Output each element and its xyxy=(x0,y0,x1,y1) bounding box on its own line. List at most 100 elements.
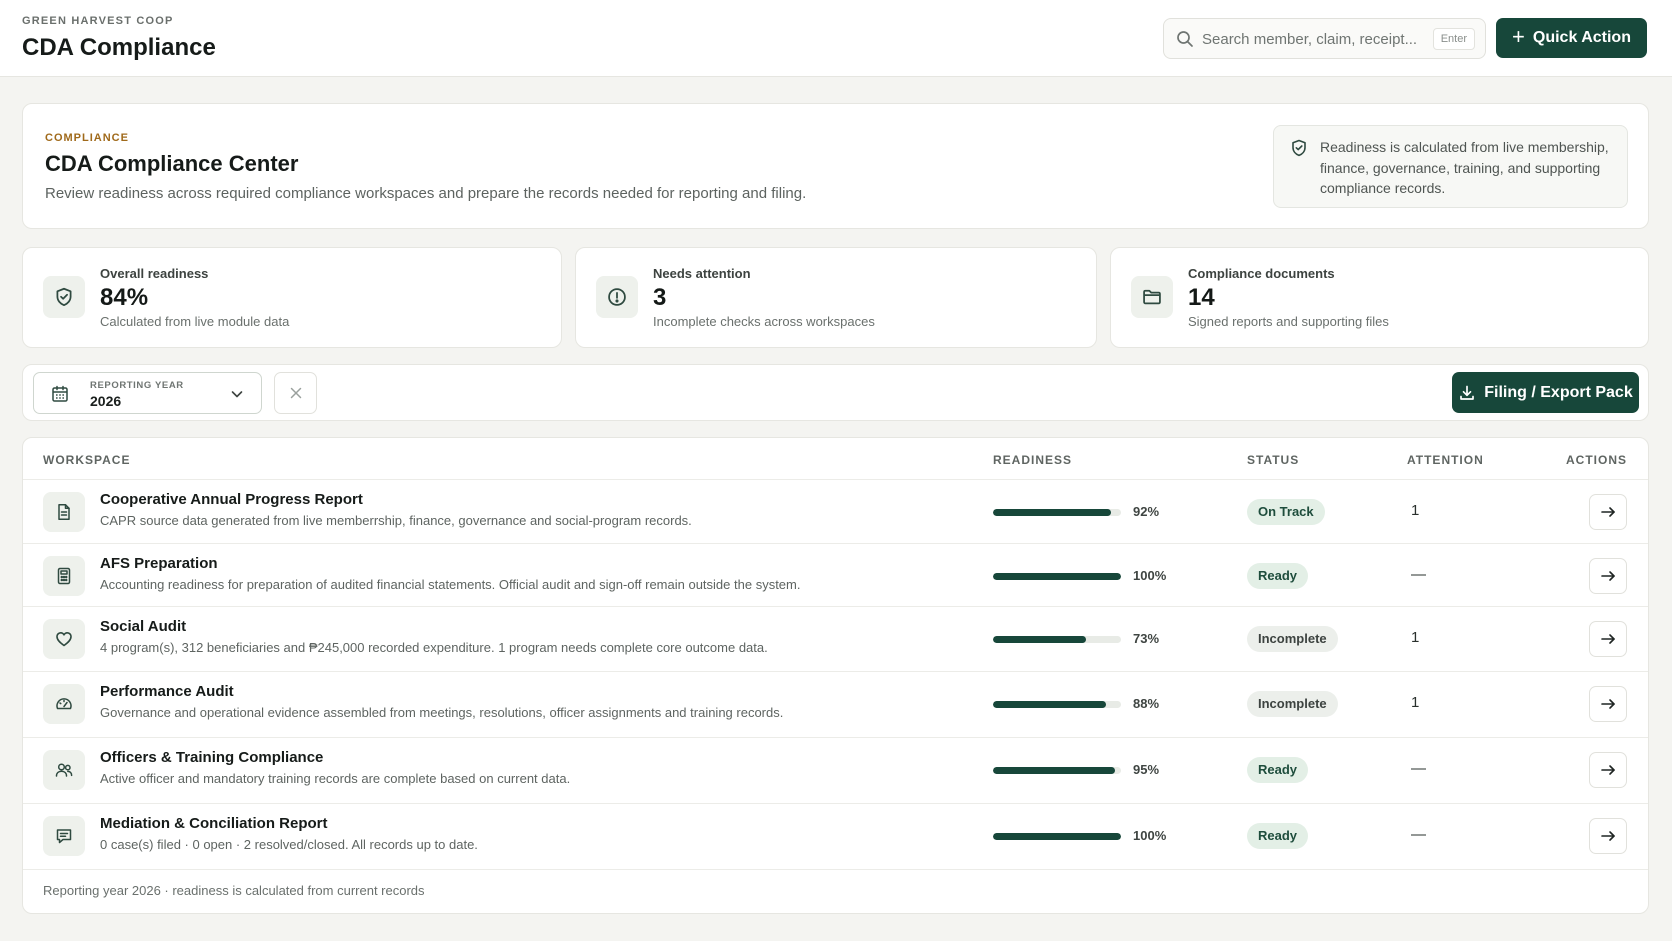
calendar-icon xyxy=(50,384,70,404)
table-row[interactable]: Mediation & Conciliation Report 0 case(s… xyxy=(23,804,1648,870)
stat-card-compliance-documents: Compliance documents 14 Signed reports a… xyxy=(1110,247,1649,348)
open-workspace-button[interactable] xyxy=(1589,621,1627,657)
filing-export-pack-button[interactable]: Filing / Export Pack xyxy=(1452,372,1639,413)
table-row[interactable]: Cooperative Annual Progress Report CAPR … xyxy=(23,480,1648,544)
readiness-percent: 92% xyxy=(1133,504,1160,519)
stat-value: 3 xyxy=(653,284,667,311)
readiness-bar-fill xyxy=(993,701,1106,708)
column-header-workspace: WORKSPACE xyxy=(43,453,131,467)
readiness-info-text: Readiness is calculated from live member… xyxy=(1320,139,1609,196)
workspace-title[interactable]: Social Audit xyxy=(100,618,186,635)
reporting-year-select[interactable]: REPORTING YEAR 2026 xyxy=(33,372,262,414)
hero-kicker: COMPLIANCE xyxy=(45,132,129,144)
reporting-year-value: 2026 xyxy=(90,393,122,409)
attention-count: — xyxy=(1411,566,1426,583)
readiness-bar xyxy=(993,767,1121,774)
readiness-bar-fill xyxy=(993,636,1087,643)
status-badge: Ready xyxy=(1247,563,1309,589)
table-row[interactable]: AFS Preparation Accounting readiness for… xyxy=(23,544,1648,607)
table-row[interactable]: Performance Audit Governance and operati… xyxy=(23,672,1648,738)
hero-description: Review readiness across required complia… xyxy=(45,185,807,202)
status-badge: Incomplete xyxy=(1247,626,1338,652)
close-icon xyxy=(288,385,304,401)
attention-count: — xyxy=(1411,826,1426,843)
readiness-percent: 100% xyxy=(1133,828,1167,843)
search-input[interactable]: Search member, claim, receipt... Enter xyxy=(1163,18,1486,59)
table-header: WORKSPACE READINESS STATUS ATTENTION ACT… xyxy=(23,438,1648,480)
users-icon xyxy=(43,750,85,790)
column-header-status: STATUS xyxy=(1247,453,1300,467)
attention-count: 1 xyxy=(1411,502,1420,519)
arrow-right-icon xyxy=(1599,630,1617,648)
stat-subtext: Calculated from live module data xyxy=(100,314,290,329)
workspace-title[interactable]: AFS Preparation xyxy=(100,555,218,572)
workspace-table: WORKSPACE READINESS STATUS ATTENTION ACT… xyxy=(22,437,1649,914)
stat-card-overall-readiness: Overall readiness 84% Calculated from li… xyxy=(22,247,562,348)
download-icon xyxy=(1458,384,1476,402)
readiness-bar-fill xyxy=(993,509,1111,516)
open-workspace-button[interactable] xyxy=(1589,818,1627,854)
search-shortcut-hint: Enter xyxy=(1432,28,1475,50)
readiness-percent: 100% xyxy=(1133,568,1167,583)
reporting-year-label: REPORTING YEAR xyxy=(90,380,184,391)
workspace-title[interactable]: Cooperative Annual Progress Report xyxy=(100,491,363,508)
shield-check-icon xyxy=(1289,138,1309,158)
attention-count: 1 xyxy=(1411,694,1420,711)
quick-action-button[interactable]: + Quick Action xyxy=(1496,18,1647,58)
status-badge: Incomplete xyxy=(1247,691,1338,717)
clear-filter-button[interactable] xyxy=(274,372,317,414)
stat-subtext: Signed reports and supporting files xyxy=(1188,314,1389,329)
readiness-bar xyxy=(993,701,1121,708)
folder-icon xyxy=(1131,276,1173,318)
readiness-bar-fill xyxy=(993,767,1115,774)
shield-check-icon xyxy=(43,276,85,318)
open-workspace-button[interactable] xyxy=(1589,686,1627,722)
status-badge: Ready xyxy=(1247,823,1309,849)
readiness-bar xyxy=(993,636,1121,643)
attention-count: 1 xyxy=(1411,629,1420,646)
workspace-title[interactable]: Officers & Training Compliance xyxy=(100,749,323,766)
stat-value: 14 xyxy=(1188,284,1215,311)
open-workspace-button[interactable] xyxy=(1589,558,1627,594)
document-icon xyxy=(43,492,85,532)
readiness-bar-fill xyxy=(993,573,1121,580)
workspace-title[interactable]: Mediation & Conciliation Report xyxy=(100,815,328,832)
column-header-attention: ATTENTION xyxy=(1407,453,1484,467)
status-badge: Ready xyxy=(1247,757,1309,783)
open-workspace-button[interactable] xyxy=(1589,752,1627,788)
workspace-description: Governance and operational evidence asse… xyxy=(100,705,784,720)
search-icon xyxy=(1175,29,1195,49)
page-title: CDA Compliance xyxy=(22,34,216,61)
message-icon xyxy=(43,816,85,856)
alert-circle-icon xyxy=(596,276,638,318)
readiness-percent: 88% xyxy=(1133,696,1160,711)
stat-label: Compliance documents xyxy=(1188,266,1335,281)
column-header-actions: ACTIONS xyxy=(1566,453,1627,467)
quick-action-label: Quick Action xyxy=(1532,29,1631,46)
compliance-hero-card: COMPLIANCE CDA Compliance Center Review … xyxy=(22,103,1649,229)
heart-icon xyxy=(43,619,85,659)
stat-value: 84% xyxy=(100,284,149,311)
stat-label: Overall readiness xyxy=(100,266,209,281)
table-row[interactable]: Social Audit 4 program(s), 312 beneficia… xyxy=(23,607,1648,672)
arrow-right-icon xyxy=(1599,761,1617,779)
open-workspace-button[interactable] xyxy=(1589,494,1627,530)
readiness-percent: 73% xyxy=(1133,631,1160,646)
workspace-description: Active officer and mandatory training re… xyxy=(100,771,571,786)
stat-card-needs-attention: Needs attention 3 Incomplete checks acro… xyxy=(575,247,1097,348)
table-row[interactable]: Officers & Training Compliance Active of… xyxy=(23,738,1648,804)
workspace-title[interactable]: Performance Audit xyxy=(100,683,234,700)
calculator-icon xyxy=(43,556,85,596)
arrow-right-icon xyxy=(1599,567,1617,585)
attention-count: — xyxy=(1411,760,1426,777)
plus-icon: + xyxy=(1512,24,1525,49)
stat-subtext: Incomplete checks across workspaces xyxy=(653,314,875,329)
arrow-right-icon xyxy=(1599,827,1617,845)
gauge-icon xyxy=(43,684,85,724)
readiness-percent: 95% xyxy=(1133,762,1160,777)
column-header-readiness: READINESS xyxy=(993,453,1073,467)
workspace-description: Accounting readiness for preparation of … xyxy=(100,577,801,592)
status-badge: On Track xyxy=(1247,499,1325,525)
workspace-description: 0 case(s) filed · 0 open · 2 resolved/cl… xyxy=(100,837,478,852)
search-placeholder: Search member, claim, receipt... xyxy=(1202,31,1418,48)
